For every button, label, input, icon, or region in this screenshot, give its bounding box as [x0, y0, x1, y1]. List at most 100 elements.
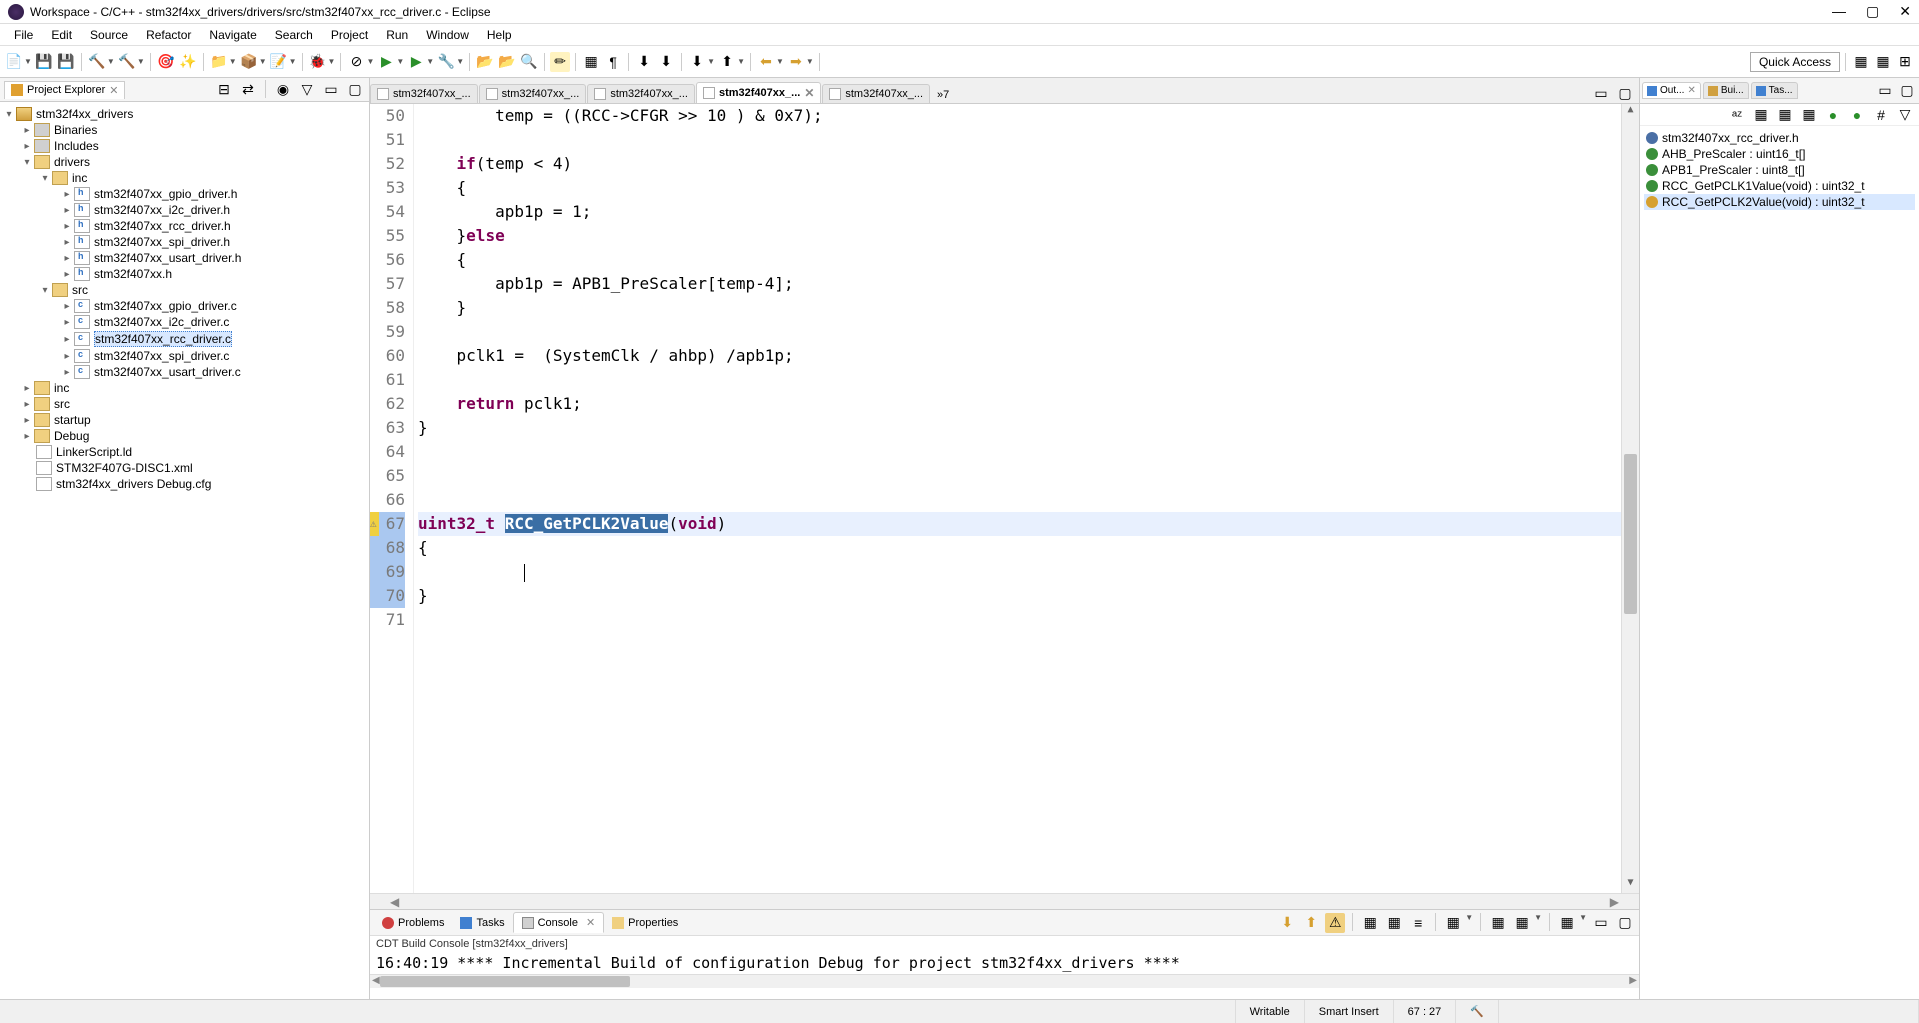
close-tab-icon[interactable]: ✕: [109, 84, 118, 97]
display-console-icon[interactable]: ▦: [1488, 913, 1508, 933]
wand-icon[interactable]: ✨: [178, 52, 198, 72]
next-annotation-icon[interactable]: ⬇: [687, 52, 707, 72]
menu-source[interactable]: Source: [82, 26, 136, 44]
focus-icon[interactable]: ◉: [273, 80, 293, 100]
tab-build[interactable]: Bui...: [1703, 82, 1749, 99]
save-all-icon[interactable]: 💾: [56, 52, 76, 72]
outline-item[interactable]: stm32f407xx_rcc_driver.h: [1644, 130, 1915, 146]
menu-edit[interactable]: Edit: [43, 26, 80, 44]
open-console-icon[interactable]: ▦: [1512, 913, 1532, 933]
perspective-debug-icon[interactable]: ▦: [1873, 52, 1893, 72]
project-tree[interactable]: ▾stm32f4xx_drivers ▸Binaries ▸Includes ▾…: [0, 102, 369, 999]
editor-tab-2[interactable]: stm32f407xx_...: [587, 84, 695, 103]
minimize-outline-icon[interactable]: ▭: [1875, 81, 1895, 101]
maximize-console-icon[interactable]: ▢: [1615, 913, 1635, 933]
project-explorer-tab[interactable]: Project Explorer ✕: [4, 81, 125, 99]
minimize-editor-icon[interactable]: ▭: [1591, 83, 1611, 103]
outline-item[interactable]: APB1_PreScaler : uint8_t[]: [1644, 162, 1915, 178]
sort-icon[interactable]: ᵃᶻ: [1727, 105, 1747, 125]
code-editor[interactable]: 505152535455565758596061626364656667⚠686…: [370, 104, 1639, 893]
focus-active-icon[interactable]: ●: [1823, 105, 1843, 125]
target-icon[interactable]: 🎯: [156, 52, 176, 72]
tab-tasks-right[interactable]: Tas...: [1751, 82, 1798, 99]
scroll-lock-icon[interactable]: ⬇: [1277, 913, 1297, 933]
tab-properties[interactable]: Properties: [604, 914, 686, 932]
open-type-icon[interactable]: 📂: [475, 52, 495, 72]
show-whitespace-icon[interactable]: ¶: [603, 52, 623, 72]
tab-tasks[interactable]: Tasks: [452, 914, 512, 932]
outline-item[interactable]: RCC_GetPCLK2Value(void) : uint32_t: [1644, 194, 1915, 210]
tabs-overflow[interactable]: »7: [931, 87, 955, 103]
minimize-button[interactable]: —: [1832, 3, 1846, 20]
menu-help[interactable]: Help: [479, 26, 520, 44]
tab-problems[interactable]: Problems: [374, 914, 452, 932]
outline-list[interactable]: stm32f407xx_rcc_driver.h AHB_PreScaler :…: [1640, 126, 1919, 214]
external-tools-icon[interactable]: 🔧: [436, 52, 456, 72]
close-button[interactable]: ✕: [1899, 3, 1911, 20]
outline-item[interactable]: RCC_GetPCLK1Value(void) : uint32_t: [1644, 178, 1915, 194]
toggle-block-icon[interactable]: ▦: [581, 52, 601, 72]
skip-breakpoints-icon[interactable]: ⊘: [346, 52, 366, 72]
console-wrap-icon[interactable]: ▦: [1384, 913, 1404, 933]
maximize-editor-icon[interactable]: ▢: [1615, 83, 1635, 103]
hammer-icon[interactable]: 🔨: [117, 52, 137, 72]
menu-window[interactable]: Window: [418, 26, 477, 44]
step-icon[interactable]: ⬇: [634, 52, 654, 72]
vertical-scrollbar[interactable]: ▲ ▼: [1621, 104, 1639, 893]
new-icon[interactable]: 📄: [4, 52, 24, 72]
outline-item[interactable]: AHB_PreScaler : uint16_t[]: [1644, 146, 1915, 162]
menu-refactor[interactable]: Refactor: [138, 26, 199, 44]
outline-menu-icon[interactable]: ▽: [1895, 105, 1915, 125]
search-icon[interactable]: 🔍: [519, 52, 539, 72]
open-task-icon[interactable]: 📂: [497, 52, 517, 72]
group-includes-icon[interactable]: #: [1871, 105, 1891, 125]
editor-tab-0[interactable]: stm32f407xx_...: [370, 84, 478, 103]
link-editor-icon[interactable]: ⇄: [238, 80, 258, 100]
tab-outline[interactable]: Out...✕: [1642, 82, 1701, 99]
hide-non-public-icon[interactable]: ▦: [1799, 105, 1819, 125]
editor-tab-3[interactable]: stm32f407xx_...✕: [696, 82, 821, 103]
editor-tab-1[interactable]: stm32f407xx_...: [479, 84, 587, 103]
maximize-outline-icon[interactable]: ▢: [1897, 81, 1917, 101]
minimize-console-icon[interactable]: ▭: [1591, 913, 1611, 933]
console-scrollbar[interactable]: ◀ ▶: [370, 974, 1639, 988]
console-output[interactable]: 16:40:19 **** Incremental Build of confi…: [370, 952, 1639, 974]
new-file-icon[interactable]: 📝: [269, 52, 289, 72]
status-build-icon[interactable]: 🔨: [1456, 1000, 1499, 1023]
prev-annotation-icon[interactable]: ⬆: [717, 52, 737, 72]
menu-file[interactable]: File: [6, 26, 41, 44]
build-icon[interactable]: 🔨: [87, 52, 107, 72]
maximize-button[interactable]: ▢: [1866, 3, 1879, 20]
minimize-view-icon[interactable]: ▭: [321, 80, 341, 100]
perspective-open-icon[interactable]: ⊞: [1895, 52, 1915, 72]
new-folder-icon[interactable]: 📁: [209, 52, 229, 72]
debug-icon[interactable]: 🐞: [308, 52, 328, 72]
perspective-cpp-icon[interactable]: ▦: [1851, 52, 1871, 72]
code-area[interactable]: temp = ((RCC->CFGR >> 10 ) & 0x7); if(te…: [414, 104, 1621, 893]
hide-static-icon[interactable]: ▦: [1775, 105, 1795, 125]
maximize-view-icon[interactable]: ▢: [345, 80, 365, 100]
collapse-all-icon[interactable]: ⊟: [214, 80, 234, 100]
menu-navigate[interactable]: Navigate: [201, 26, 264, 44]
close-tab-icon[interactable]: ✕: [804, 86, 814, 100]
link-outline-icon[interactable]: ●: [1847, 105, 1867, 125]
horizontal-scrollbar[interactable]: ◀ ▶: [370, 893, 1639, 909]
toggle-mark-icon[interactable]: ✏: [550, 52, 570, 72]
back-icon[interactable]: ⬅: [756, 52, 776, 72]
tab-console[interactable]: Console✕: [513, 912, 605, 933]
quick-access[interactable]: Quick Access: [1750, 52, 1840, 72]
new-class-icon[interactable]: 📦: [239, 52, 259, 72]
editor-tab-4[interactable]: stm32f407xx_...: [822, 84, 930, 103]
clear-console-icon[interactable]: ▦: [1360, 913, 1380, 933]
menu-search[interactable]: Search: [267, 26, 321, 44]
save-icon[interactable]: 💾: [34, 52, 54, 72]
remove-launch-icon[interactable]: ▦: [1443, 913, 1463, 933]
profile-icon[interactable]: ▶: [406, 52, 426, 72]
console-lock-icon[interactable]: ≡: [1408, 913, 1428, 933]
run-icon[interactable]: ▶: [376, 52, 396, 72]
view-menu-icon[interactable]: ▽: [297, 80, 317, 100]
forward-icon[interactable]: ➡: [786, 52, 806, 72]
step2-icon[interactable]: ⬇: [656, 52, 676, 72]
show-errors-icon[interactable]: ⚠: [1325, 913, 1345, 933]
menu-run[interactable]: Run: [378, 26, 416, 44]
